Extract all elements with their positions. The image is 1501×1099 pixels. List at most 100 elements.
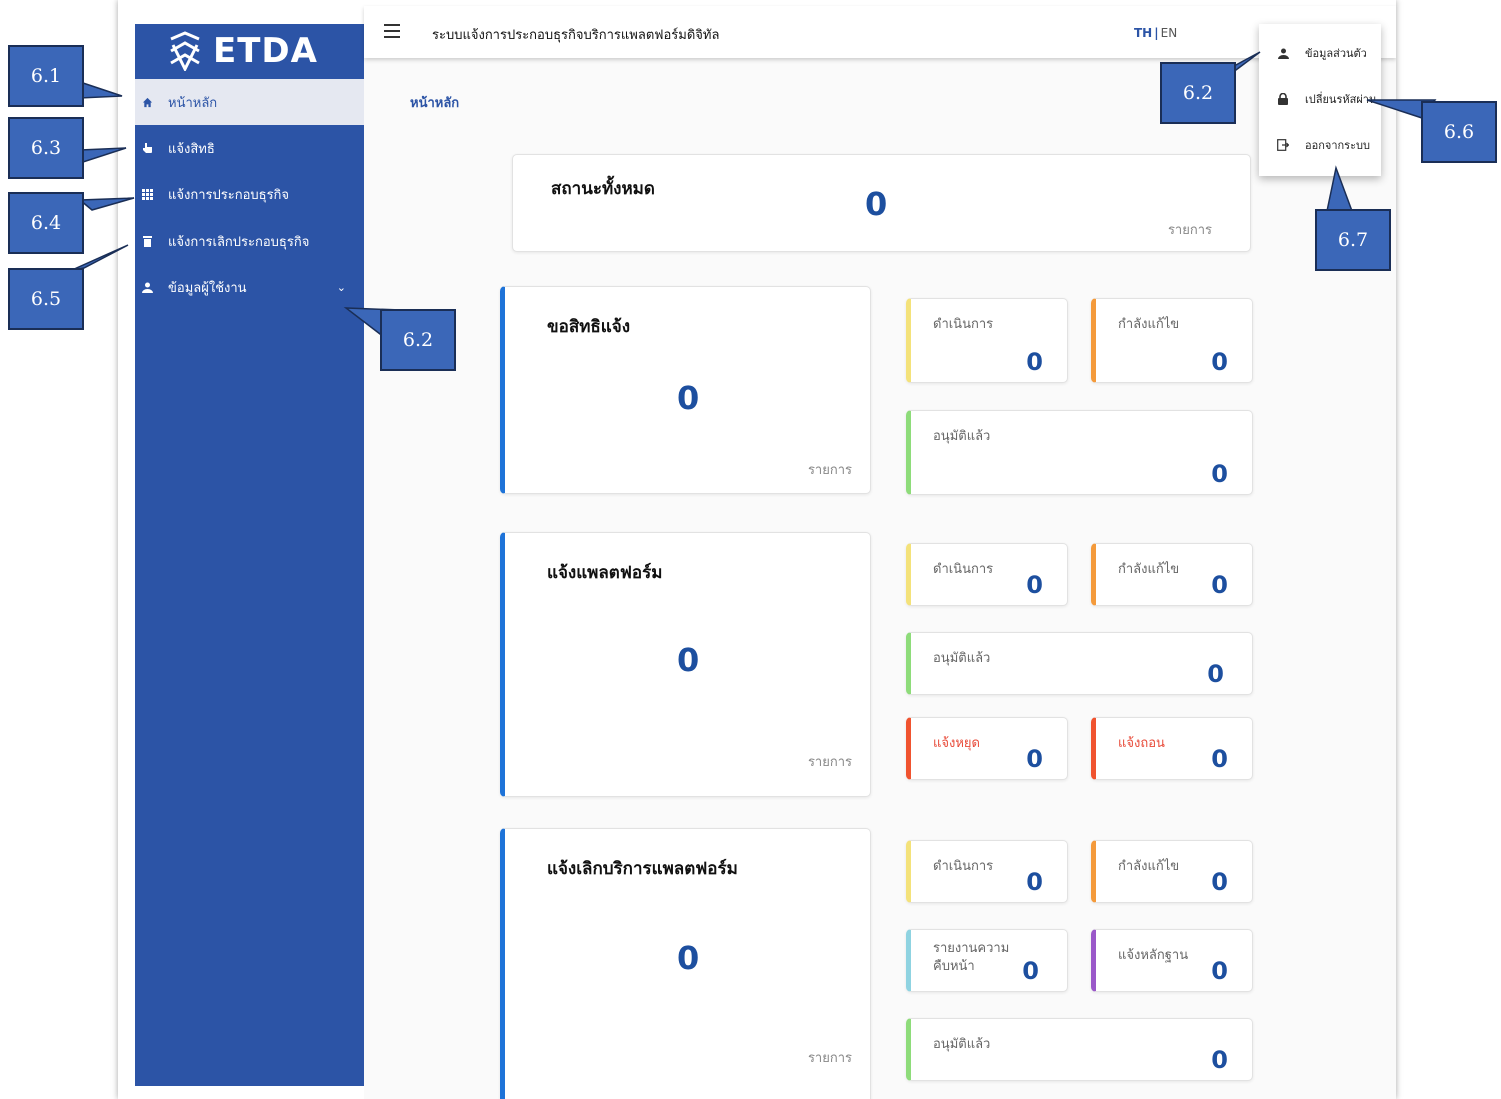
stat-label: กำลังแก้ไข — [1118, 317, 1180, 332]
callout-label: 6.5 — [8, 268, 84, 330]
stat-suspend[interactable]: แจ้งหยุด 0 — [906, 717, 1068, 780]
hand-point-icon — [140, 141, 154, 155]
etda-logo[interactable]: ETDA — [165, 26, 335, 76]
stat-value: 0 — [1211, 348, 1228, 376]
card-value: 0 — [677, 379, 700, 417]
user-icon — [1276, 46, 1290, 60]
stat-value: 0 — [1207, 660, 1224, 688]
stat-withdraw[interactable]: แจ้งถอน 0 — [1091, 717, 1253, 780]
stat-label: ดำเนินการ — [933, 859, 994, 874]
stat-label: กำลังแก้ไข — [1118, 562, 1180, 577]
card-unit: รายการ — [807, 1051, 852, 1066]
callout-label: 6.2 — [380, 309, 456, 371]
stat-in-progress[interactable]: ดำเนินการ 0 — [906, 840, 1068, 903]
summary-unit: รายการ — [1167, 223, 1212, 238]
sidebar-item-rights[interactable]: แจ้งสิทธิ — [135, 125, 364, 171]
menu-item-profile[interactable]: ข้อมูลส่วนตัว — [1259, 33, 1381, 73]
stat-value: 0 — [1211, 868, 1228, 896]
callout-label: 6.2 — [1160, 62, 1236, 124]
sidebar-item-label: แจ้งสิทธิ — [168, 141, 215, 157]
sidebar: ETDA หน้าหลัก แจ้งสิทธิ แจ้งการประกอบธุร… — [135, 24, 364, 1086]
card-unit: รายการ — [807, 755, 852, 770]
logout-icon — [1276, 138, 1290, 152]
card-unit: รายการ — [807, 463, 852, 478]
stat-value: 0 — [1211, 957, 1228, 985]
callout-label: 6.4 — [8, 192, 84, 254]
lock-icon — [1276, 92, 1290, 106]
sidebar-item-label: หน้าหลัก — [168, 95, 218, 111]
menu-item-change-password[interactable]: เปลี่ยนรหัสผ่าน — [1259, 79, 1381, 119]
stat-label: แจ้งถอน — [1118, 736, 1165, 751]
stat-editing[interactable]: กำลังแก้ไข 0 — [1091, 298, 1253, 383]
callout-label: 6.1 — [8, 45, 84, 107]
stat-editing[interactable]: กำลังแก้ไข 0 — [1091, 840, 1253, 903]
trash-icon — [140, 234, 154, 248]
stat-label: ดำเนินการ — [933, 562, 994, 577]
stat-approved[interactable]: อนุมัติแล้ว 0 — [906, 410, 1253, 495]
menu-item-label: เปลี่ยนรหัสผ่าน — [1305, 93, 1377, 106]
top-bar: ระบบแจ้งการประกอบธุรกิจบริการแพลตฟอร์มดิ… — [364, 6, 1396, 58]
app-title: ระบบแจ้งการประกอบธุรกิจบริการแพลตฟอร์มดิ… — [432, 28, 720, 43]
stat-value: 0 — [1211, 1046, 1228, 1074]
sidebar-item-home[interactable]: หน้าหลัก — [135, 79, 364, 125]
lang-th-button[interactable]: TH — [1134, 26, 1152, 40]
sidebar-item-cancel-business[interactable]: แจ้งการเลิกประกอบธุรกิจ — [135, 218, 364, 264]
rights-request-card[interactable]: ขอสิทธิแจ้ง 0 รายการ — [500, 286, 871, 494]
chevron-down-icon[interactable]: ⌄ — [337, 281, 346, 294]
language-switcher: TH | EN — [1134, 26, 1177, 40]
card-value: 0 — [677, 641, 700, 679]
callout-label: 6.6 — [1421, 101, 1497, 163]
summary-title: สถานะทั้งหมด — [551, 179, 655, 199]
user-icon — [140, 280, 154, 294]
menu-item-label: ออกจากระบบ — [1305, 139, 1370, 152]
menu-toggle-icon[interactable] — [384, 24, 400, 38]
sidebar-item-label: แจ้งการเลิกประกอบธุรกิจ — [168, 234, 310, 250]
stat-approved[interactable]: อนุมัติแล้ว 0 — [906, 1018, 1253, 1081]
platform-notice-card[interactable]: แจ้งแพลตฟอร์ม 0 รายการ — [500, 532, 871, 797]
breadcrumb[interactable]: หน้าหลัก — [410, 92, 459, 113]
stat-label: รายงานความคืบหน้า — [933, 941, 1010, 974]
stat-value: 0 — [1026, 571, 1043, 599]
stat-evidence[interactable]: แจ้งหลักฐาน 0 — [1091, 929, 1253, 992]
sidebar-item-business[interactable]: แจ้งการประกอบธุรกิจ — [135, 171, 364, 217]
summary-card: สถานะทั้งหมด 0 รายการ — [512, 154, 1251, 252]
stat-progress-report[interactable]: รายงานความคืบหน้า 0 — [906, 929, 1068, 992]
stat-value: 0 — [1026, 745, 1043, 773]
callout-label: 6.3 — [8, 117, 84, 179]
stat-label: ดำเนินการ — [933, 317, 994, 332]
menu-item-label: ข้อมูลส่วนตัว — [1305, 47, 1367, 60]
sidebar-item-label: แจ้งการประกอบธุรกิจ — [168, 187, 290, 203]
stat-label: อนุมัติแล้ว — [933, 651, 991, 666]
card-title: แจ้งแพลตฟอร์ม — [547, 563, 663, 583]
sidebar-item-user-info[interactable]: ข้อมูลผู้ใช้งาน ⌄ — [135, 264, 364, 310]
stat-label: อนุมัติแล้ว — [933, 429, 991, 444]
logo-text: ETDA — [213, 31, 318, 71]
lang-en-button[interactable]: EN — [1161, 26, 1178, 40]
grid-icon — [140, 187, 154, 201]
summary-value: 0 — [865, 185, 888, 223]
etda-logo-icon — [170, 31, 200, 71]
menu-item-logout[interactable]: ออกจากระบบ — [1259, 125, 1381, 165]
home-icon — [140, 95, 154, 109]
stat-label: แจ้งหยุด — [933, 736, 980, 751]
stat-approved[interactable]: อนุมัติแล้ว 0 — [906, 632, 1253, 695]
stat-value: 0 — [1026, 348, 1043, 376]
card-title: แจ้งเลิกบริการแพลตฟอร์ม — [547, 859, 738, 879]
stat-label: อนุมัติแล้ว — [933, 1037, 991, 1052]
stat-value: 0 — [1211, 460, 1228, 488]
user-dropdown-menu: ข้อมูลส่วนตัว เปลี่ยนรหัสผ่าน ออกจากระบบ — [1259, 24, 1381, 176]
card-title: ขอสิทธิแจ้ง — [547, 317, 631, 337]
stat-label: แจ้งหลักฐาน — [1118, 948, 1189, 963]
stat-value: 0 — [1022, 957, 1039, 985]
platform-cancel-card[interactable]: แจ้งเลิกบริการแพลตฟอร์ม 0 รายการ — [500, 828, 871, 1099]
stat-in-progress[interactable]: ดำเนินการ 0 — [906, 298, 1068, 383]
stat-in-progress[interactable]: ดำเนินการ 0 — [906, 543, 1068, 606]
main-content: หน้าหลัก สถานะทั้งหมด 0 รายการ ขอสิทธิแจ… — [364, 58, 1396, 1099]
app-window: ETDA หน้าหลัก แจ้งสิทธิ แจ้งการประกอบธุร… — [118, 0, 1396, 1099]
stat-value: 0 — [1211, 745, 1228, 773]
callout-label: 6.7 — [1315, 209, 1391, 271]
card-value: 0 — [677, 939, 700, 977]
lang-separator: | — [1154, 26, 1159, 40]
stat-editing[interactable]: กำลังแก้ไข 0 — [1091, 543, 1253, 606]
sidebar-item-label: ข้อมูลผู้ใช้งาน — [168, 280, 247, 296]
